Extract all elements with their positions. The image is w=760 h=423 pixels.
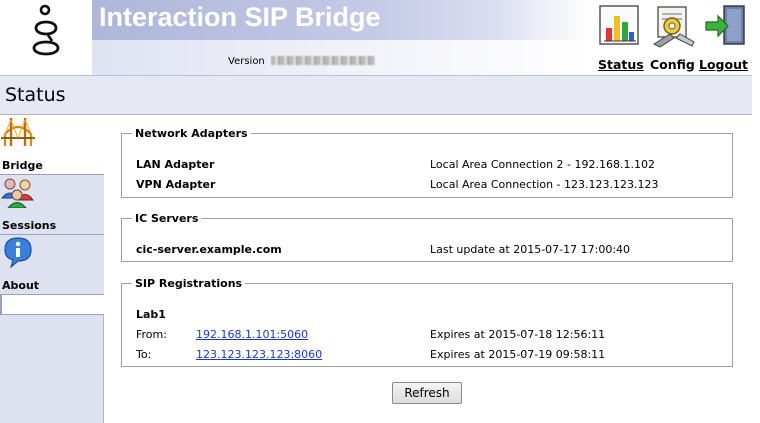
ic-servers-legend: IC Servers (135, 212, 199, 225)
ic-server-name: cic-server.example.com (136, 243, 282, 256)
info-icon (4, 237, 32, 268)
sip-registrations-legend: SIP Registrations (135, 277, 243, 290)
nav-config-link[interactable]: Config (650, 57, 695, 72)
nav-status-link[interactable]: Status (598, 57, 644, 72)
adapter-name: LAN Adapter (136, 158, 215, 171)
sidebar-item-about[interactable]: About (0, 235, 104, 295)
sidebar-item-label: Bridge (2, 159, 43, 172)
version-label: Version (228, 56, 375, 67)
sidebar-item-label: About (2, 279, 40, 292)
config-tools-icon[interactable] (652, 4, 696, 48)
page-title: Status (5, 84, 66, 106)
logout-door-icon[interactable] (704, 4, 748, 48)
adapter-value: Local Area Connection 2 - 192.168.1.102 (430, 158, 655, 171)
sip-row-label: To: (136, 348, 152, 361)
network-adapters-legend: Network Adapters (135, 127, 248, 140)
ic-server-last-update: Last update at 2015-07-17 17:00:40 (430, 243, 631, 256)
sip-from-address-link[interactable]: 192.168.1.101:5060 (196, 328, 308, 341)
refresh-button[interactable]: Refresh (392, 382, 462, 404)
app-title: Interaction SIP Bridge (99, 2, 381, 32)
sip-registrations-group: SIP Registrations Lab1 From: 192.168.1.1… (121, 277, 733, 367)
sidebar-item-label: Sessions (2, 219, 57, 232)
sessions-users-icon (1, 178, 34, 208)
sidebar-item-sessions[interactable]: Sessions (0, 175, 104, 235)
sidebar-item-bridge[interactable]: Bridge (0, 115, 104, 175)
ic-servers-group: IC Servers cic-server.example.com Last u… (121, 212, 733, 262)
nav-logout-link[interactable]: Logout (699, 57, 748, 72)
version-text: Version (228, 56, 265, 67)
page-title-bar: Status (0, 75, 752, 115)
main-content: Network Adapters LAN Adapter Local Area … (105, 115, 752, 423)
genesys-logo-icon (32, 4, 60, 56)
bridge-icon (1, 118, 35, 146)
sidebar-spacer (0, 295, 104, 315)
right-margin (752, 75, 760, 423)
sip-to-address-link[interactable]: 123.123.123.123:8060 (196, 348, 322, 361)
adapter-name: VPN Adapter (136, 178, 216, 191)
version-value-redacted (270, 56, 375, 65)
header: Interaction SIP Bridge Version Status Co… (0, 0, 760, 75)
sip-to-expires: Expires at 2015-07-19 09:58:11 (430, 348, 606, 361)
status-chart-icon[interactable] (598, 4, 642, 48)
sidebar: Bridge Sessions About (0, 115, 104, 423)
network-adapters-group: Network Adapters LAN Adapter Local Area … (121, 127, 733, 198)
sip-row-label: From: (136, 328, 167, 341)
sip-from-expires: Expires at 2015-07-18 12:56:11 (430, 328, 606, 341)
sip-group-name: Lab1 (136, 308, 166, 321)
adapter-value: Local Area Connection - 123.123.123.123 (430, 178, 659, 191)
